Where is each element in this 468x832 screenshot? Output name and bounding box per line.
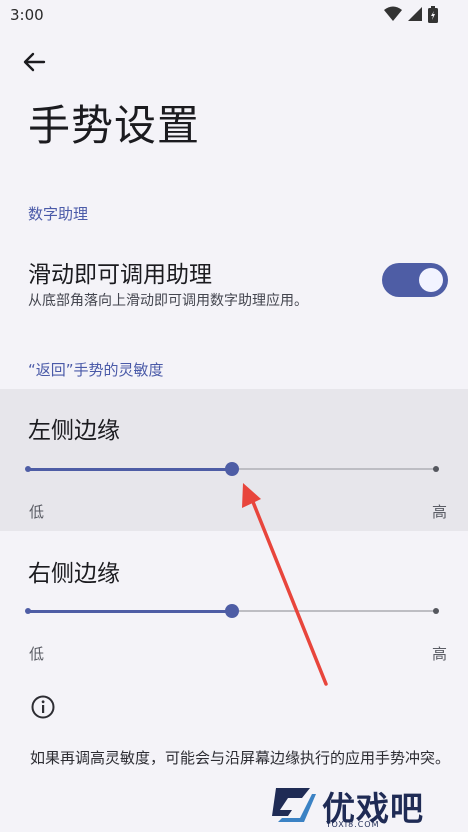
slider-start-dot (25, 466, 31, 472)
status-time: 3:00 (10, 6, 44, 24)
watermark-logo: 优戏吧 YOXI8.COM (270, 780, 460, 832)
section-digital-assistant: 数字助理 (28, 205, 89, 223)
wifi-icon (384, 6, 402, 21)
watermark-emblem-icon (272, 788, 316, 822)
signal-icon (408, 7, 422, 21)
slider-thumb[interactable] (225, 604, 239, 618)
right-edge-title: 右侧边缘 (28, 561, 120, 587)
page-title: 手势设置 (28, 101, 201, 150)
swipe-assistant-subtitle: 从底部角落向上滑动即可调用数字助理应用。 (28, 293, 308, 309)
battery-icon (428, 5, 438, 23)
toggle-knob (419, 268, 443, 292)
right-edge-max-label: 高 (432, 645, 448, 663)
swipe-assistant-title: 滑动即可调用助理 (28, 262, 212, 288)
status-icons (384, 5, 438, 23)
left-edge-slider[interactable] (24, 459, 440, 479)
section-back-sensitivity: “返回”手势的灵敏度 (28, 361, 164, 379)
slider-thumb[interactable] (225, 462, 239, 476)
sensitivity-warning-text: 如果再调高灵敏度，可能会与沿屏幕边缘执行的应用手势冲突。 (30, 749, 451, 767)
swipe-assistant-toggle[interactable] (382, 263, 448, 297)
slider-track-fill (28, 610, 232, 613)
back-arrow-icon[interactable] (20, 48, 48, 76)
left-edge-min-label: 低 (29, 503, 45, 521)
info-icon (31, 695, 55, 719)
right-edge-min-label: 低 (29, 645, 45, 663)
right-edge-slider[interactable] (24, 601, 440, 621)
slider-start-dot (25, 608, 31, 614)
slider-end-dot (433, 608, 439, 614)
slider-end-dot (433, 466, 439, 472)
slider-track-fill (28, 468, 232, 471)
left-edge-title: 左侧边缘 (28, 418, 120, 444)
watermark-subtext: YOXI8.COM (326, 820, 380, 829)
left-edge-max-label: 高 (432, 503, 448, 521)
